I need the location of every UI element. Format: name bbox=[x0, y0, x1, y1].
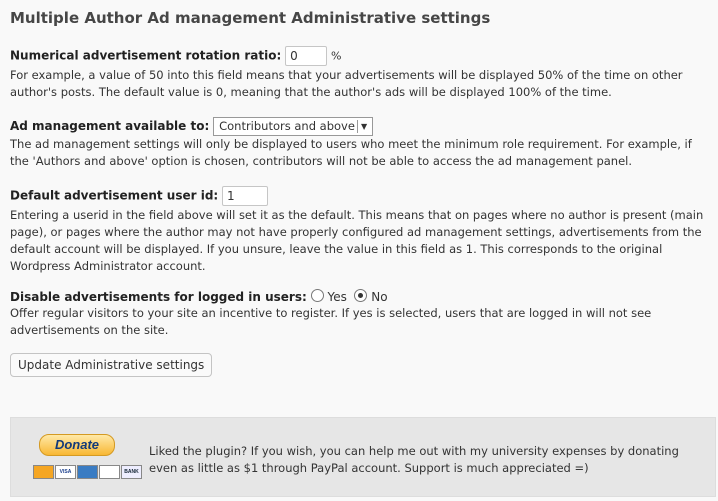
ad-management-label: Ad management available to: bbox=[10, 119, 210, 133]
no-radio-label: No bbox=[371, 290, 388, 304]
payment-cards: VISA BANK bbox=[33, 465, 143, 479]
donate-button[interactable]: Donate bbox=[39, 434, 115, 456]
default-user-input[interactable]: 1 bbox=[222, 186, 269, 206]
mastercard-icon bbox=[33, 465, 54, 479]
rotation-input[interactable]: 0 bbox=[285, 46, 328, 66]
ad-management-description: The ad management settings will only be … bbox=[10, 137, 692, 168]
bank-icon: BANK bbox=[121, 465, 142, 479]
yes-radio-label: Yes bbox=[327, 290, 347, 304]
default-user-description: Entering a userid in the field above wil… bbox=[10, 208, 704, 273]
chevron-down-icon: ▼ bbox=[357, 120, 370, 133]
update-settings-button[interactable]: Update Administrative settings bbox=[10, 353, 213, 377]
ad-management-select[interactable]: Contributors and above ▼ bbox=[213, 117, 374, 136]
discover-icon bbox=[99, 465, 120, 479]
yes-radio[interactable] bbox=[310, 289, 324, 302]
page-title: Multiple Author Ad management Administra… bbox=[10, 9, 491, 27]
no-radio[interactable] bbox=[354, 289, 368, 302]
disable-logged-description: Offer regular visitors to your site an i… bbox=[10, 306, 652, 337]
rotation-unit: % bbox=[330, 49, 342, 63]
donate-panel: Donate VISA BANK Liked the plugin? If you… bbox=[10, 417, 716, 497]
amex-icon bbox=[77, 465, 98, 479]
visa-icon: VISA bbox=[55, 465, 76, 479]
donate-message: Liked the plugin? If you wish, you can h… bbox=[149, 444, 679, 475]
disable-logged-setting: Disable advertisements for logged in use… bbox=[10, 289, 710, 339]
ad-management-setting: Ad management available to: Contributors… bbox=[10, 117, 710, 170]
disable-logged-label: Disable advertisements for logged in use… bbox=[10, 290, 307, 304]
ad-management-selected: Contributors and above bbox=[219, 119, 355, 133]
default-user-label: Default advertisement user id: bbox=[10, 188, 219, 203]
rotation-setting: Numerical advertisement rotation ratio: … bbox=[10, 46, 710, 101]
default-user-setting: Default advertisement user id: 1 Enterin… bbox=[10, 186, 710, 275]
rotation-description: For example, a value of 50 into this fie… bbox=[10, 68, 683, 99]
rotation-label: Numerical advertisement rotation ratio: bbox=[10, 48, 282, 63]
